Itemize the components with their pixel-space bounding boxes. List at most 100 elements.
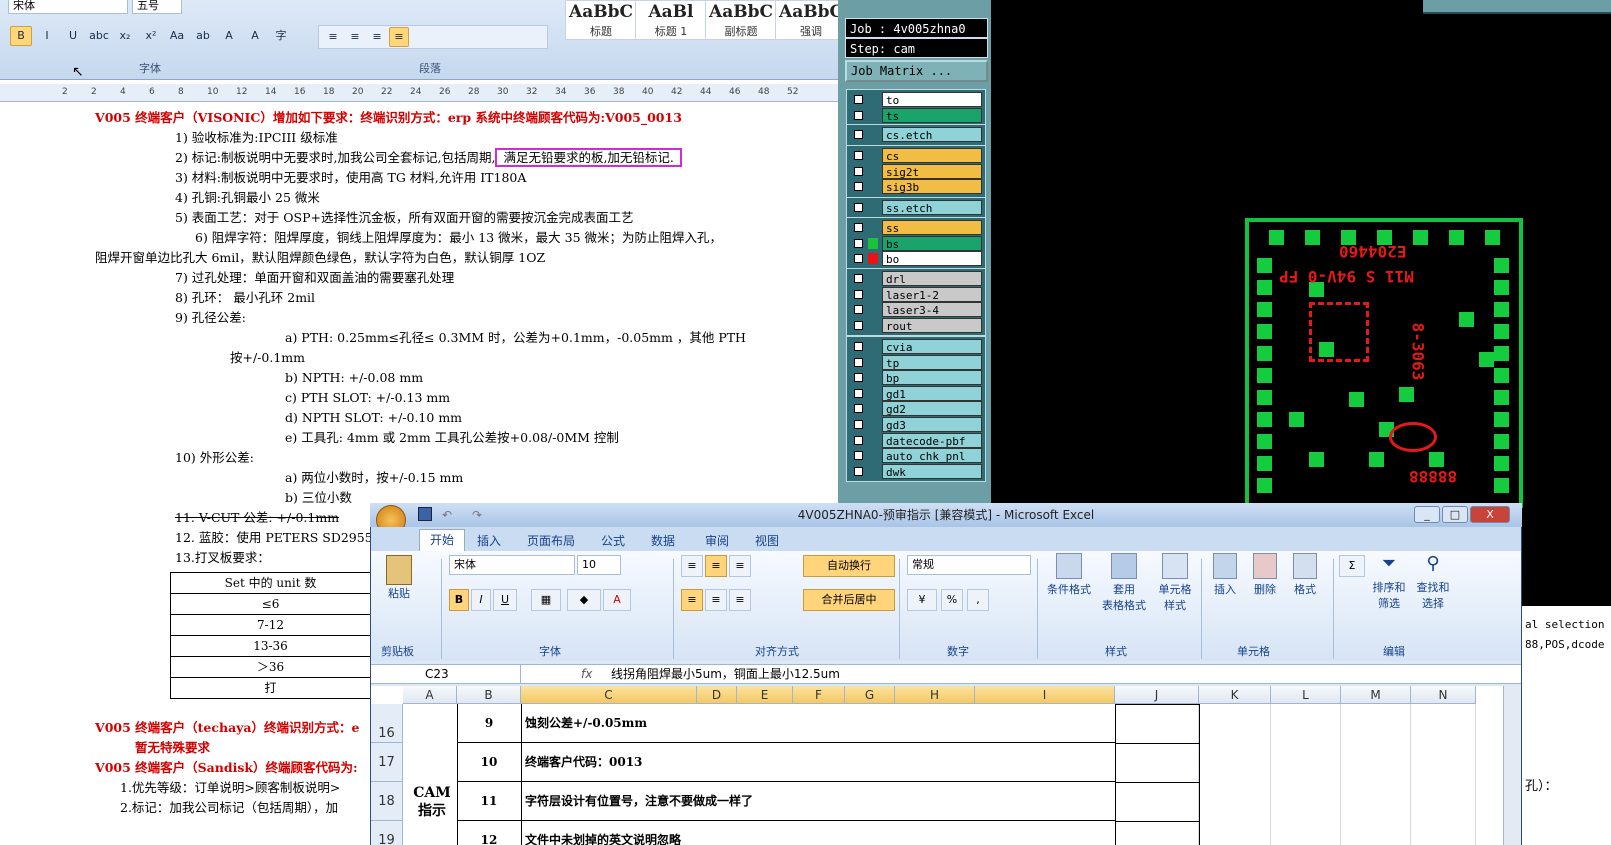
- align-center-button[interactable]: ≡: [705, 589, 727, 611]
- layer-row[interactable]: sig2t: [850, 163, 982, 179]
- layer-row[interactable]: ss.etch: [850, 200, 982, 215]
- column-header[interactable]: H: [895, 686, 975, 704]
- column-header[interactable]: M: [1341, 686, 1411, 704]
- column-header[interactable]: F: [793, 686, 845, 704]
- cell-j[interactable]: [1115, 743, 1199, 744]
- cell-a-merged[interactable]: CAM 指示: [407, 784, 457, 820]
- ribbon-tab-0[interactable]: 开始: [419, 529, 466, 551]
- column-header[interactable]: E: [737, 686, 793, 704]
- column-header[interactable]: K: [1199, 686, 1271, 704]
- layer-row[interactable]: gd3: [850, 417, 982, 432]
- name-box[interactable]: C23: [371, 665, 521, 683]
- layer-checkbox[interactable]: [854, 289, 863, 299]
- layer-checkbox[interactable]: [854, 373, 863, 383]
- layer-row[interactable]: bo: [850, 251, 982, 267]
- layer-row[interactable]: rout: [850, 317, 982, 333]
- align-right-button[interactable]: ≡: [367, 27, 387, 47]
- align-center-button[interactable]: ≡: [345, 27, 365, 47]
- layer-checkbox[interactable]: [854, 95, 863, 104]
- layer-row[interactable]: ts: [850, 107, 982, 123]
- format-button[interactable]: x₂: [114, 26, 136, 46]
- layer-row[interactable]: dwk: [850, 463, 982, 479]
- layer-checkbox[interactable]: [854, 223, 863, 232]
- layer-checkbox[interactable]: [854, 110, 863, 120]
- layer-row[interactable]: bp: [850, 370, 982, 386]
- save-icon[interactable]: [418, 507, 432, 521]
- layer-name[interactable]: gd2: [882, 401, 982, 417]
- undo-icon[interactable]: ↶: [442, 503, 452, 527]
- currency-button[interactable]: ¥: [907, 589, 937, 611]
- underline-button[interactable]: U: [493, 589, 517, 611]
- worksheet-grid[interactable]: A B C D E F G H I J K L M N 16 9 蚀刻公差+/-0.05mm 17 10 终端客户代码…: [371, 686, 1521, 845]
- layer-row[interactable]: gd1: [850, 385, 982, 401]
- layer-name[interactable]: gd3: [882, 417, 982, 432]
- cell-c[interactable]: 文件中未划掉的英文说明忽略: [521, 821, 1115, 845]
- cell-b[interactable]: 9: [457, 704, 521, 743]
- ribbon-tab-2[interactable]: 页面布局: [527, 531, 575, 551]
- insert-cells-button[interactable]: 插入: [1205, 553, 1245, 597]
- layer-name[interactable]: rout: [882, 317, 982, 333]
- column-header[interactable]: B: [457, 686, 521, 704]
- cell-c[interactable]: 终端客户代码：0013: [521, 743, 1115, 782]
- align-bottom-button[interactable]: ≡: [729, 555, 751, 577]
- cell-b[interactable]: 10: [457, 743, 521, 782]
- cell-styles-button[interactable]: 单元格 样式: [1153, 553, 1197, 613]
- layer-checkbox[interactable]: [854, 274, 863, 283]
- cell-j[interactable]: [1115, 821, 1199, 822]
- format-button[interactable]: abc: [88, 26, 110, 46]
- layer-name[interactable]: ss: [882, 220, 982, 235]
- align-left-button[interactable]: ≡: [323, 27, 343, 47]
- sort-filter-button[interactable]: ⏷ 排序和 筛选: [1367, 553, 1411, 611]
- layer-checkbox[interactable]: [854, 357, 863, 367]
- column-header[interactable]: I: [975, 686, 1115, 704]
- align-top-button[interactable]: ≡: [681, 555, 703, 577]
- layer-checkbox[interactable]: [854, 151, 863, 160]
- styles-gallery[interactable]: AaBbC 标题 AaBl 标题 1 AaBbC 副标题 AaBbC 强调: [565, 0, 847, 42]
- align-right-button[interactable]: ≡: [729, 589, 751, 611]
- layer-name[interactable]: sig3b: [882, 179, 982, 195]
- ribbon-tab-1[interactable]: 插入: [477, 531, 501, 551]
- layer-checkbox[interactable]: [854, 451, 863, 461]
- style-tile[interactable]: AaBbC 强调: [775, 0, 847, 40]
- conditional-format-button[interactable]: 条件格式: [1041, 553, 1097, 597]
- layer-name[interactable]: ts: [882, 107, 982, 123]
- font-name-select[interactable]: 宋体: [449, 555, 575, 575]
- cell-b[interactable]: 12: [457, 821, 521, 845]
- font-name-box[interactable]: 宋体: [8, 0, 128, 14]
- layer-row[interactable]: cs: [850, 148, 982, 163]
- align-middle-button[interactable]: ≡: [705, 555, 727, 577]
- style-tile[interactable]: AaBl 标题 1: [635, 0, 707, 40]
- cell-c[interactable]: 蚀刻公差+/-0.05mm: [521, 704, 1115, 743]
- layer-row[interactable]: datecode-pbf: [850, 432, 982, 448]
- close-button[interactable]: X: [1470, 506, 1510, 523]
- delete-cells-button[interactable]: 删除: [1245, 553, 1285, 597]
- ribbon-tab-6[interactable]: 视图: [755, 531, 779, 551]
- layer-checkbox[interactable]: [854, 130, 863, 139]
- layer-checkbox[interactable]: [854, 320, 863, 330]
- format-button[interactable]: U: [62, 26, 84, 46]
- column-header[interactable]: N: [1411, 686, 1476, 704]
- ribbon-tab-4[interactable]: 数据: [651, 531, 675, 551]
- ribbon-tab-3[interactable]: 公式: [601, 531, 625, 551]
- column-header[interactable]: D: [697, 686, 737, 704]
- layer-name[interactable]: bp: [882, 370, 982, 386]
- layer-checkbox[interactable]: [854, 404, 863, 414]
- number-format-select[interactable]: 常规: [907, 555, 1031, 575]
- format-button[interactable]: B: [10, 26, 32, 46]
- layer-checkbox[interactable]: [854, 388, 863, 398]
- column-header[interactable]: L: [1271, 686, 1341, 704]
- redo-icon[interactable]: ↷: [472, 503, 482, 527]
- autosum-button[interactable]: Σ: [1339, 555, 1365, 577]
- format-button[interactable]: A: [244, 26, 266, 46]
- font-color-button[interactable]: A: [603, 589, 631, 611]
- layer-name[interactable]: tp: [882, 354, 982, 370]
- layer-name[interactable]: auto_chk_pnl: [882, 448, 982, 464]
- layer-name[interactable]: laser1-2: [882, 286, 982, 302]
- layer-name[interactable]: bo: [882, 251, 982, 267]
- layer-row[interactable]: bs: [850, 235, 982, 251]
- wrap-text-button[interactable]: 自动换行: [803, 555, 895, 577]
- vertical-scrollbar[interactable]: [1503, 686, 1521, 845]
- layer-name[interactable]: cvia: [882, 339, 982, 354]
- paragraph-buttons[interactable]: ≡ ≡ ≡ ≡: [318, 25, 548, 49]
- paste-button[interactable]: 粘贴: [381, 555, 417, 615]
